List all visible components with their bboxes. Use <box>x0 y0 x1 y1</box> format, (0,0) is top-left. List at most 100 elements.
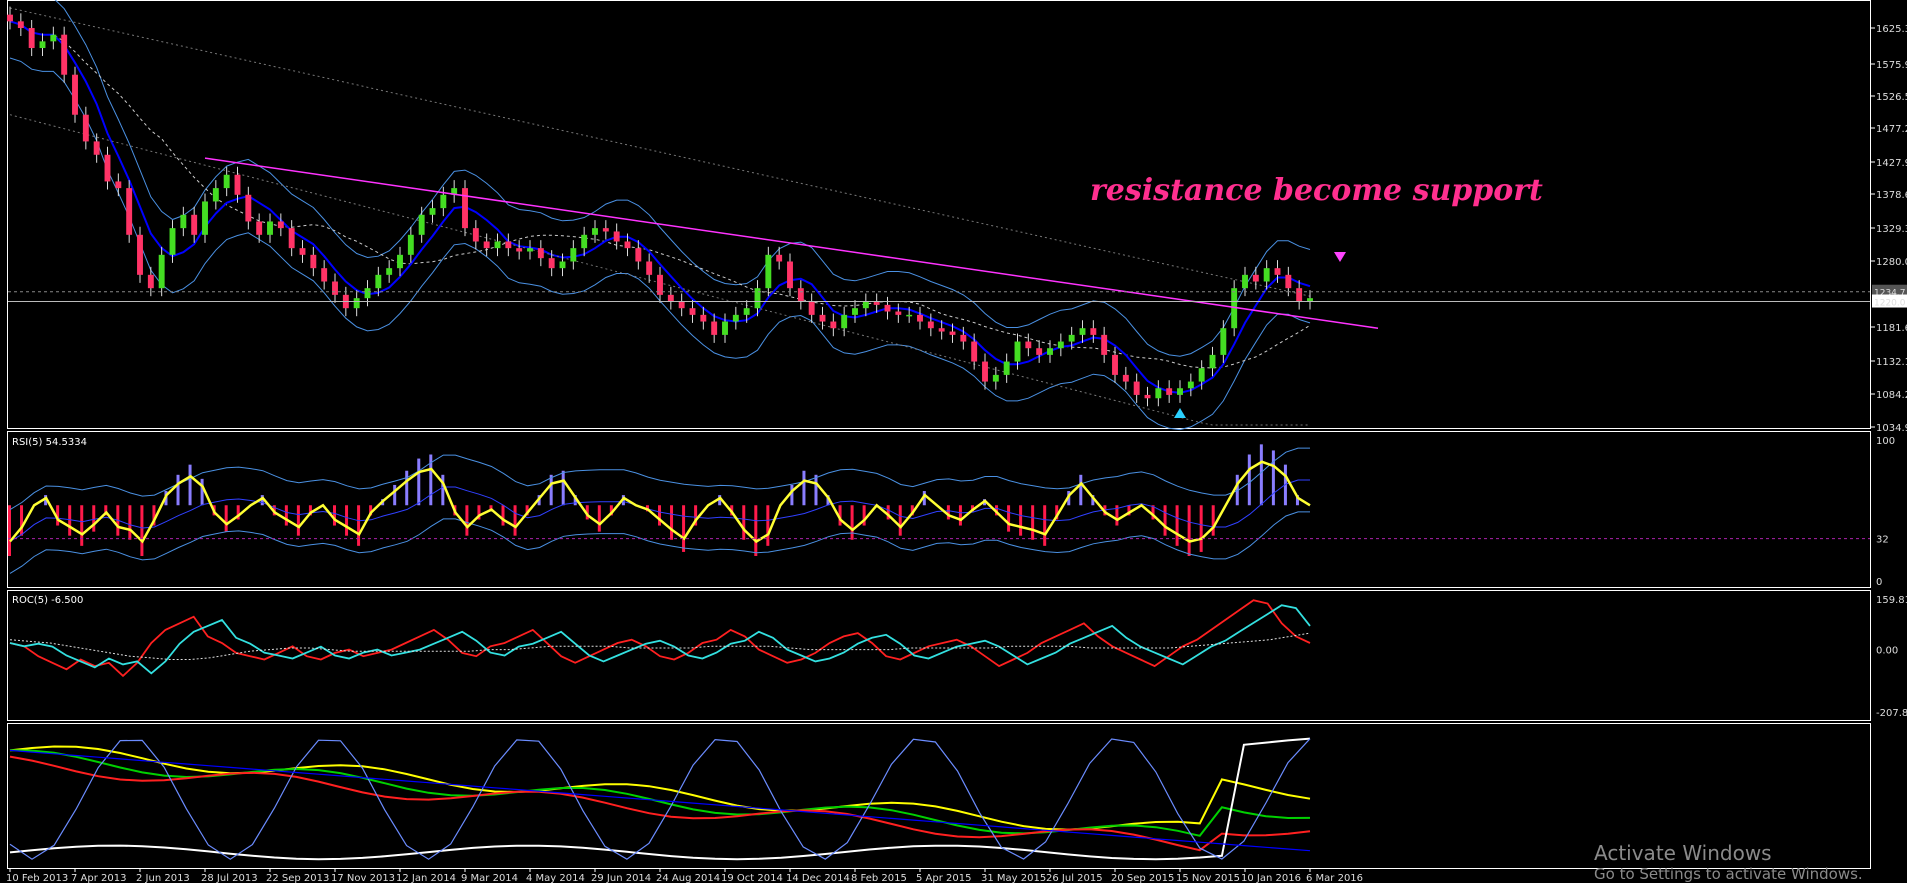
rsi-tick-label: 32 <box>1876 535 1889 546</box>
candle-body <box>104 154 111 182</box>
watermark-line-1: Activate Windows <box>1594 841 1772 865</box>
candle-body <box>938 328 945 332</box>
rsi-histogram-bar <box>8 505 11 556</box>
watermark-line-2: Go to Settings to activate Windows. <box>1594 865 1863 883</box>
candle-body <box>1068 334 1075 342</box>
rsi-histogram-bar <box>465 505 469 536</box>
price-tick-label: 1280.0 <box>1876 257 1907 268</box>
rsi-histogram-bar <box>176 474 180 506</box>
candle-body <box>927 321 934 329</box>
candle-body <box>537 248 544 259</box>
date-tick-label: 8 Feb 2015 <box>851 873 907 883</box>
rsi-histogram-bar <box>682 505 686 552</box>
candle-body <box>440 194 447 209</box>
candle-body <box>245 194 252 222</box>
price-tick-label: 1526.5 <box>1876 92 1907 103</box>
candle-body <box>1252 274 1259 282</box>
candle-body <box>364 288 371 299</box>
candle-body <box>234 174 241 195</box>
candle-body <box>137 234 143 275</box>
candle-body <box>689 308 696 315</box>
price-tick-label: 1181.6 <box>1876 323 1907 334</box>
candle-body <box>678 301 685 309</box>
chart-background <box>0 0 1907 883</box>
candle-body <box>808 301 815 315</box>
rsi-histogram-bar <box>597 505 601 532</box>
windows-watermark: Activate Windows Go to Settings to activ… <box>1594 841 1863 883</box>
rsi-histogram-bar <box>357 505 361 546</box>
candle-body <box>223 174 230 189</box>
rsi-histogram-bar <box>766 505 770 546</box>
candle-body <box>202 201 208 235</box>
rsi-histogram-bar <box>20 505 24 536</box>
candle-body <box>917 314 923 322</box>
date-tick-label: 31 May 2015 <box>981 873 1046 883</box>
rsi-histogram-bar <box>1187 505 1191 556</box>
candle-body <box>982 361 988 382</box>
rsi-histogram-bar <box>188 464 192 506</box>
rsi-histogram-bar <box>1079 474 1083 506</box>
rsi-histogram-bar <box>850 505 854 540</box>
candle-body <box>288 228 295 249</box>
rsi-histogram-bar <box>80 505 84 546</box>
rsi-histogram-bar <box>1271 450 1275 506</box>
candle-body <box>570 248 577 262</box>
date-tick-label: 29 Jun 2014 <box>591 873 651 883</box>
candle-body <box>126 188 133 235</box>
price-tick-label: 1084.2 <box>1876 390 1907 401</box>
candle-body <box>1047 348 1053 355</box>
candle-body <box>1274 268 1281 275</box>
candle-body <box>700 314 707 322</box>
rsi-histogram-bar <box>1043 505 1047 546</box>
candle-body <box>1133 381 1140 395</box>
rsi-histogram-bar <box>284 505 288 526</box>
rsi-histogram-bar <box>92 505 96 532</box>
candle-body <box>819 314 826 322</box>
rsi-histogram-bar <box>333 505 336 526</box>
candle-body <box>1198 368 1205 382</box>
candle-body <box>841 314 848 329</box>
rsi-histogram-bar <box>405 470 409 506</box>
candle-body <box>743 308 750 315</box>
rsi-tick-label: 0 <box>1876 577 1882 588</box>
candle-body <box>581 234 588 249</box>
price-tick-label: 1427.9 <box>1876 158 1907 169</box>
candle-body <box>1296 288 1303 302</box>
rsi-histogram-bar <box>393 484 397 506</box>
candle-body <box>776 254 783 262</box>
candle-body <box>1242 274 1248 289</box>
date-tick-label: 9 Mar 2014 <box>461 873 518 883</box>
candle-body <box>602 228 609 232</box>
candle-body <box>1144 394 1151 399</box>
candle-body <box>212 188 219 202</box>
candle-body <box>93 141 100 155</box>
rsi-histogram-bar <box>742 505 746 540</box>
rsi-histogram-bar <box>1031 505 1035 540</box>
candle-body <box>1101 334 1108 355</box>
date-tick-label: 17 Nov 2013 <box>331 873 395 883</box>
candle-body <box>830 321 837 329</box>
candle-body <box>873 301 880 305</box>
date-tick-label: 5 Apr 2015 <box>916 873 971 883</box>
candle-body <box>407 234 414 255</box>
candle-body <box>256 221 263 235</box>
rsi-histogram-bar <box>802 470 806 506</box>
chart-canvas: 100 32 0 159.81 0.00 -207.81 1625.3 1575.9 152… <box>0 0 1907 883</box>
candle-body <box>39 41 46 49</box>
candle-body <box>17 21 24 29</box>
candle-body <box>1166 388 1173 395</box>
rsi-histogram-bar <box>790 484 794 506</box>
candle-body <box>494 241 501 249</box>
price-tick-label: 1477.2 <box>1876 124 1907 135</box>
candle-body <box>624 241 631 249</box>
candle-body <box>635 248 642 262</box>
roc-tick-label: 159.81 <box>1876 595 1907 606</box>
candle-body <box>527 248 533 252</box>
candle-body <box>1003 361 1010 375</box>
candle-body <box>82 114 89 142</box>
candle-body <box>949 331 956 335</box>
candle-body <box>667 294 674 302</box>
roc-tick-label: -207.81 <box>1876 708 1907 719</box>
candle-body <box>884 304 891 312</box>
candle-body <box>299 248 306 255</box>
